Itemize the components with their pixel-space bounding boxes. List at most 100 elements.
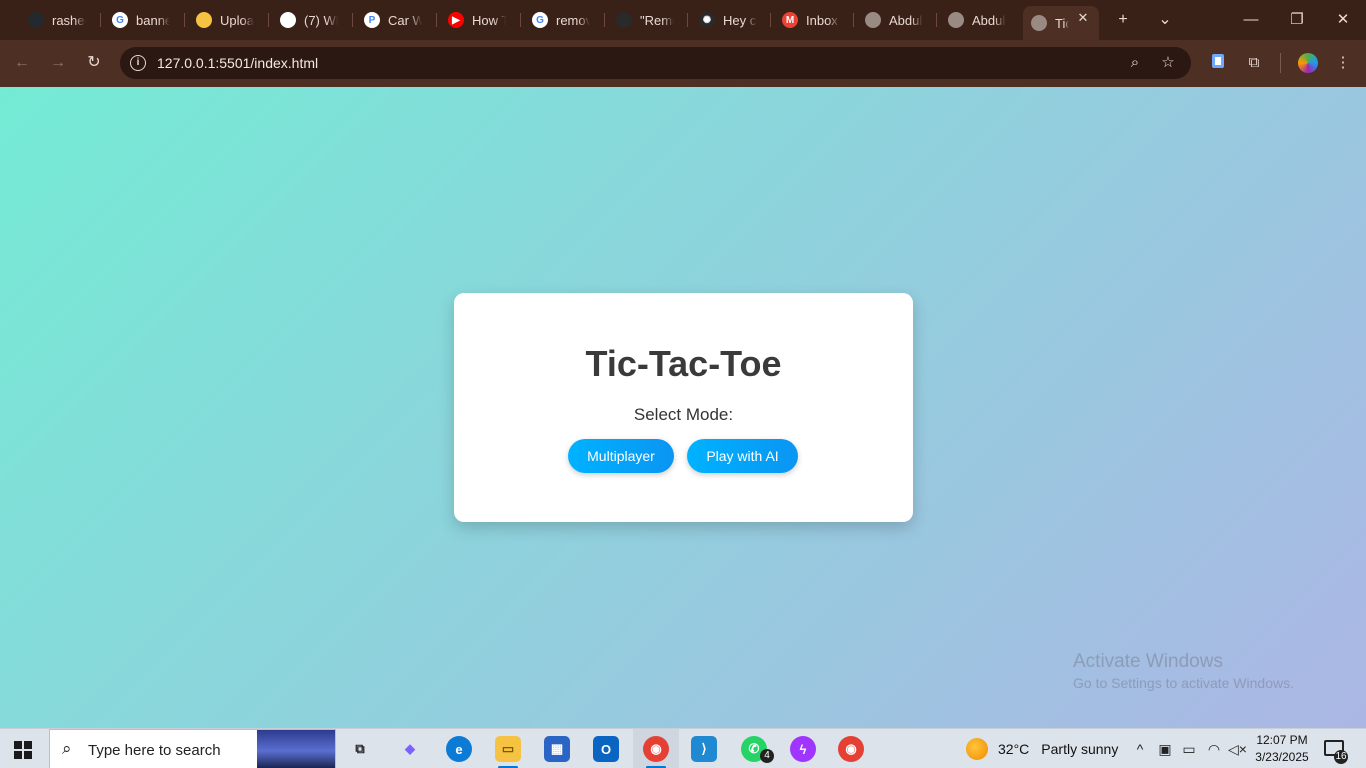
taskbar-clock[interactable]: 12:07 PM 3/23/2025	[1250, 732, 1314, 766]
extension-icon[interactable]	[1207, 52, 1229, 74]
notification-count-badge: 16	[1334, 750, 1348, 764]
browser-tab[interactable]: (7) Wha	[272, 6, 346, 34]
browser-tab[interactable]: Abdul-	[940, 6, 1014, 34]
edge-icon[interactable]: e	[446, 736, 472, 762]
windows-start-icon[interactable]	[14, 741, 32, 759]
zoom-icon[interactable]: ⌕	[1125, 53, 1145, 73]
tab-separator	[184, 13, 185, 27]
google-icon: G	[112, 12, 128, 28]
chevron-up-icon[interactable]: ^	[1131, 740, 1149, 758]
globe-icon	[948, 12, 964, 28]
tab-title: "Remo	[640, 12, 674, 28]
profile-avatar[interactable]	[1298, 53, 1318, 73]
github-icon	[28, 12, 44, 28]
game-title: Tic-Tac-Toe	[585, 343, 782, 384]
tab-title: (7) Wha	[304, 12, 338, 28]
browser-tab[interactable]: "Remo	[608, 6, 682, 34]
browser-tab[interactable]: Abdul-	[857, 6, 931, 34]
tab-title: How To	[472, 12, 506, 28]
tab-separator	[604, 13, 605, 27]
browser-tab[interactable]: Upload	[188, 6, 262, 34]
p-brand-icon: P	[364, 12, 380, 28]
minimize-button[interactable]: —	[1239, 8, 1263, 32]
tab-title: Upload	[220, 12, 254, 28]
whatsapp-icon	[280, 12, 296, 28]
vscode-icon[interactable]: ⟩	[691, 736, 717, 762]
tab-separator	[352, 13, 353, 27]
tab-separator	[687, 13, 688, 27]
upload-icon	[196, 12, 212, 28]
tab-title: Inbox (	[806, 12, 840, 28]
tab-title: Car Wi	[388, 12, 422, 28]
browser-tab[interactable]: rasheed	[20, 6, 94, 34]
bookmark-star-icon[interactable]: ☆	[1158, 53, 1178, 73]
panda-icon	[616, 12, 632, 28]
play-with-ai-button[interactable]: Play with AI	[687, 439, 798, 473]
weather-widget[interactable]: 32°C Partly sunny	[966, 738, 1118, 760]
google-icon: G	[532, 12, 548, 28]
tab-separator	[520, 13, 521, 27]
browser-tab[interactable]: P Car Wi	[356, 6, 430, 34]
partly-sunny-icon	[966, 738, 988, 760]
wifi-icon[interactable]: ◠	[1205, 740, 1223, 758]
chrome-icon[interactable]: ◉	[643, 736, 669, 768]
reload-button[interactable]: ↻	[83, 52, 105, 74]
tab-separator	[100, 13, 101, 27]
gmail-icon: M	[782, 12, 798, 28]
chrome-icon[interactable]: ◉	[838, 736, 864, 762]
battery-icon[interactable]: ▭	[1180, 740, 1198, 758]
weather-description: Partly sunny	[1041, 741, 1119, 757]
tab-separator	[853, 13, 854, 27]
extensions-puzzle-icon[interactable]: ⧉	[1243, 52, 1265, 74]
restore-button[interactable]: ❐	[1285, 8, 1309, 32]
search-highlight-art	[257, 730, 335, 768]
activate-windows-watermark: Activate Windows Go to Settings to activ…	[1073, 651, 1294, 691]
chrome-menu-icon[interactable]: ⋮	[1332, 52, 1354, 74]
tab-title: rasheed	[52, 12, 86, 28]
tab-search-button[interactable]: ⌄	[1155, 10, 1175, 30]
new-tab-button[interactable]: +	[1113, 10, 1133, 30]
windows-taskbar: ⌕ Type here to search ⧉ ◆ e ▭ ▦ O ◉ ⟩ ✆ ϟ ◉ 4 32°C…	[0, 728, 1366, 768]
tab-title: Tic	[1055, 15, 1069, 31]
url-text[interactable]: 127.0.0.1:5501/index.html	[157, 55, 318, 71]
close-window-button[interactable]: ✕	[1331, 8, 1355, 32]
browser-tab[interactable]: M Inbox (	[774, 6, 848, 34]
browser-tab[interactable]: Gremove	[524, 6, 598, 34]
tab-title: Abdul-	[972, 12, 1006, 28]
clock-date: 3/23/2025	[1255, 750, 1309, 764]
search-icon: ⌕	[62, 739, 72, 758]
forward-button[interactable]: →	[47, 52, 69, 74]
copilot-icon[interactable]: ◆	[397, 736, 423, 762]
tab-strip: rasheed Gbanner Upload (7) Wha P Car Wi ▶ How T…	[0, 0, 1366, 40]
search-placeholder[interactable]: Type here to search	[88, 742, 221, 759]
page-viewport: Tic-Tac-Toe Select Mode: Multiplayer Pla…	[0, 87, 1366, 728]
messenger-icon[interactable]: ϟ	[790, 736, 816, 762]
tab-title: remove	[556, 12, 590, 28]
taskbar-search-box[interactable]: ⌕ Type here to search	[49, 729, 336, 768]
chatgpt-icon: ✺	[699, 12, 715, 28]
address-bar[interactable]: i 127.0.0.1:5501/index.html ⌕ ☆	[120, 47, 1191, 79]
back-button[interactable]: ←	[11, 52, 33, 74]
watermark-subtitle: Go to Settings to activate Windows.	[1073, 675, 1294, 691]
tab-title: Hey co	[723, 12, 757, 28]
tab-separator	[936, 13, 937, 27]
outlook-icon[interactable]: O	[593, 736, 619, 762]
tab-separator	[770, 13, 771, 27]
multiplayer-button[interactable]: Multiplayer	[568, 439, 674, 473]
microsoft-store-icon[interactable]: ▦	[544, 736, 570, 762]
globe-icon	[1031, 15, 1047, 31]
browser-tab[interactable]: ▶ How To	[440, 6, 514, 34]
close-tab-button[interactable]: ✕	[1076, 11, 1090, 25]
select-mode-label: Select Mode:	[633, 405, 734, 424]
browser-tab[interactable]: Gbanner	[104, 6, 178, 34]
browser-tab[interactable]: ✺ Hey co	[691, 6, 765, 34]
file-explorer-icon[interactable]: ▭	[495, 736, 521, 768]
watermark-title: Activate Windows	[1073, 651, 1223, 672]
mode-select-card: Tic-Tac-Toe Select Mode: Multiplayer Pla…	[454, 293, 913, 522]
clock-time: 12:07 PM	[1256, 733, 1308, 747]
site-info-icon[interactable]: i	[130, 55, 146, 71]
meet-now-icon[interactable]: ▣	[1156, 740, 1174, 758]
toolbar-divider	[1280, 53, 1281, 73]
speaker-muted-icon[interactable]: ◁×	[1228, 740, 1247, 758]
task-view-icon[interactable]: ⧉	[347, 736, 373, 762]
